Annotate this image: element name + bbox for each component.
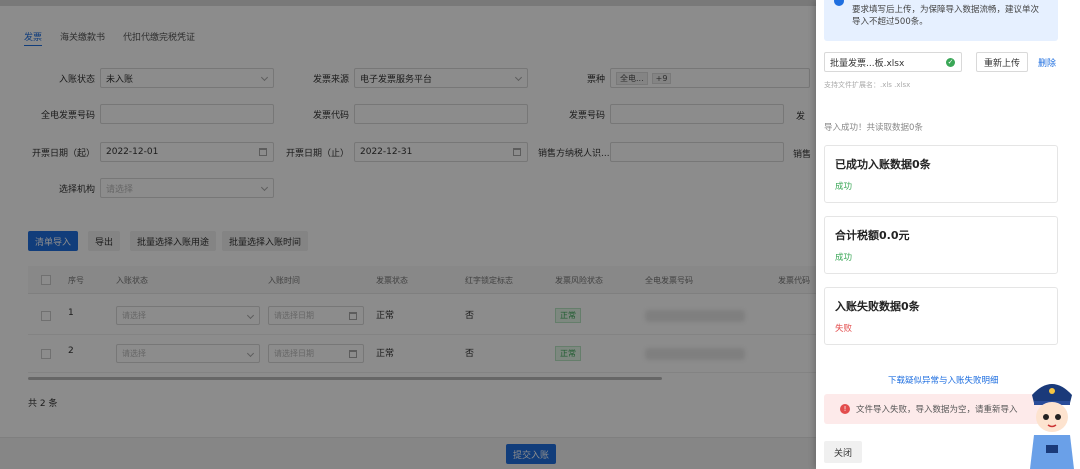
tax-total-card: 合计税额0.0元 成功 [824, 216, 1058, 274]
delete-link[interactable]: 删除 [1038, 56, 1056, 69]
success-entry-title: 已成功入账数据0条 [835, 158, 931, 171]
notice-line-1: 要求填写后上传，为保障导入数据流畅，建议单次 [852, 5, 1040, 15]
failed-entry-card: 入账失败数据0条 失败 [824, 287, 1058, 345]
modal-overlay[interactable] [0, 0, 816, 469]
notice-line-2: 导入不超过500条。 [852, 17, 928, 27]
success-entry-status: 成功 [835, 182, 853, 192]
uploaded-file: 批量发票...板.xlsx ✓ [824, 52, 962, 72]
import-notice: 要求填写后上传，为保障导入数据流畅，建议单次 导入不超过500条。 [824, 0, 1058, 41]
assistant-mascot[interactable] [1024, 375, 1080, 469]
download-failure-details-link[interactable]: 下载疑似异常与入账失败明细 [888, 374, 999, 386]
success-entry-card: 已成功入账数据0条 成功 [824, 145, 1058, 203]
error-icon: ! [840, 404, 850, 414]
tax-total-title: 合计税额0.0元 [835, 229, 910, 242]
extension-hint: 支持文件扩展名：.xls .xlsx [824, 81, 911, 89]
import-success-text: 导入成功！共读取数据0条 [824, 123, 923, 133]
import-error-alert: ! 文件导入失败，导入数据为空，请重新导入 [824, 394, 1058, 424]
failed-entry-status: 失败 [835, 324, 853, 334]
check-circle-icon: ✓ [946, 58, 955, 67]
error-message: 文件导入失败，导入数据为空，请重新导入 [856, 405, 1018, 415]
tax-total-status: 成功 [835, 253, 853, 263]
file-name: 批量发票...板.xlsx [830, 58, 905, 69]
reupload-button[interactable]: 重新上传 [976, 52, 1029, 72]
failed-entry-title: 入账失败数据0条 [835, 300, 920, 313]
info-icon [834, 0, 844, 6]
close-button[interactable]: 关闭 [824, 441, 863, 463]
